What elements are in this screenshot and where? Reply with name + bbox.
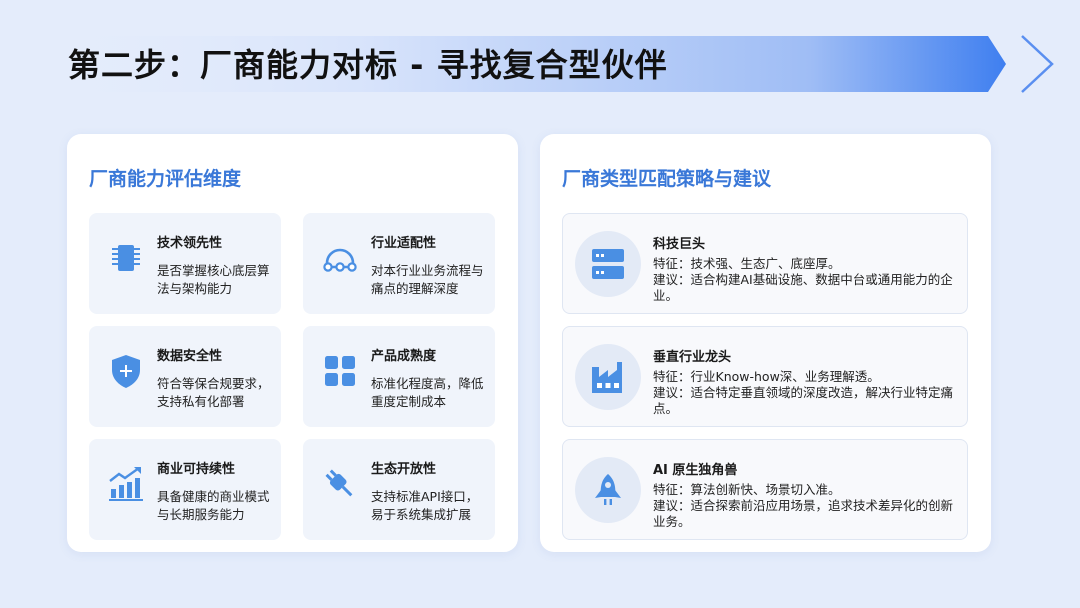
- dimension-name: 生态开放性: [371, 462, 437, 477]
- shield-plus-icon: [107, 352, 145, 390]
- growth-chart-icon: [107, 465, 145, 503]
- factory-icon: [575, 344, 641, 410]
- evaluation-dimensions-card: 厂商能力评估维度 技术领先性 是否掌握核心底层算法与架构能力 行业适配性 对本行…: [67, 134, 518, 552]
- vendor-details: 特征：算法创新快、场景切入准。 建议：适合探索前沿应用场景，追求技术差异化的创新…: [653, 482, 957, 530]
- dimension-tile: 生态开放性 支持标准API接口，易于系统集成扩展: [303, 439, 495, 540]
- vendor-name: AI 原生独角兽: [653, 463, 738, 478]
- dimension-tile: 商业可持续性 具备健康的商业模式与长期服务能力: [89, 439, 281, 540]
- dimension-tile: 数据安全性 符合等保合规要求，支持私有化部署: [89, 326, 281, 427]
- vendor-feature: 特征：算法创新快、场景切入准。: [653, 482, 841, 497]
- dimension-desc: 支持标准API接口，易于系统集成扩展: [371, 489, 479, 522]
- vendor-advice: 建议：适合构建AI基础设施、数据中台或通用能力的企业。: [653, 272, 953, 303]
- vendor-list: 科技巨头 特征：技术强、生态广、底座厚。 建议：适合构建AI基础设施、数据中台或…: [562, 213, 968, 552]
- vendor-details: 特征：技术强、生态广、底座厚。 建议：适合构建AI基础设施、数据中台或通用能力的…: [653, 256, 957, 304]
- card-title: 厂商能力评估维度: [89, 168, 242, 190]
- card-title: 厂商类型匹配策略与建议: [562, 168, 772, 190]
- vendor-feature: 特征：行业Know-how深、业务理解透。: [653, 369, 880, 384]
- arch-network-icon: [321, 239, 359, 277]
- plug-icon: [321, 465, 359, 503]
- dimension-name: 技术领先性: [157, 236, 223, 251]
- vendor-advice: 建议：适合特定垂直领域的深度改造，解决行业特定痛点。: [653, 385, 954, 416]
- vendor-name: 科技巨头: [653, 237, 706, 252]
- chip-icon: [107, 239, 145, 277]
- vendor-item: AI 原生独角兽 特征：算法创新快、场景切入准。 建议：适合探索前沿应用场景，追…: [562, 439, 968, 540]
- rocket-icon: [575, 457, 641, 523]
- page-title: 第二步：厂商能力对标 - 寻找复合型伙伴: [68, 46, 668, 84]
- vendor-item: 科技巨头 特征：技术强、生态广、底座厚。 建议：适合构建AI基础设施、数据中台或…: [562, 213, 968, 314]
- dimension-desc: 标准化程度高，降低重度定制成本: [371, 376, 484, 409]
- vendor-name: 垂直行业龙头: [653, 350, 732, 365]
- dimension-name: 商业可持续性: [157, 462, 236, 477]
- server-icon: [575, 231, 641, 297]
- vendor-item: 垂直行业龙头 特征：行业Know-how深、业务理解透。 建议：适合特定垂直领域…: [562, 326, 968, 427]
- dimension-desc: 符合等保合规要求，支持私有化部署: [157, 376, 270, 409]
- dimension-desc: 具备健康的商业模式与长期服务能力: [157, 489, 270, 522]
- dimension-name: 产品成熟度: [371, 349, 437, 364]
- vendor-details: 特征：行业Know-how深、业务理解透。 建议：适合特定垂直领域的深度改造，解…: [653, 369, 957, 417]
- vendor-strategy-card: 厂商类型匹配策略与建议 科技巨头 特征：技术强、生态广、底座厚。 建议：适合构建…: [540, 134, 991, 552]
- dimension-tile: 技术领先性 是否掌握核心底层算法与架构能力: [89, 213, 281, 314]
- dimension-tile: 产品成熟度 标准化程度高，降低重度定制成本: [303, 326, 495, 427]
- dimension-desc: 是否掌握核心底层算法与架构能力: [157, 263, 270, 296]
- dimension-name: 行业适配性: [371, 236, 437, 251]
- vendor-advice: 建议：适合探索前沿应用场景，追求技术差异化的创新业务。: [653, 498, 954, 529]
- vendor-feature: 特征：技术强、生态广、底座厚。: [653, 256, 841, 271]
- dimensions-grid: 技术领先性 是否掌握核心底层算法与架构能力 行业适配性 对本行业业务流程与痛点的…: [89, 213, 495, 541]
- grid-blocks-icon: [321, 352, 359, 390]
- dimension-desc: 对本行业业务流程与痛点的理解深度: [371, 263, 484, 296]
- dimension-name: 数据安全性: [157, 349, 223, 364]
- dimension-tile: 行业适配性 对本行业业务流程与痛点的理解深度: [303, 213, 495, 314]
